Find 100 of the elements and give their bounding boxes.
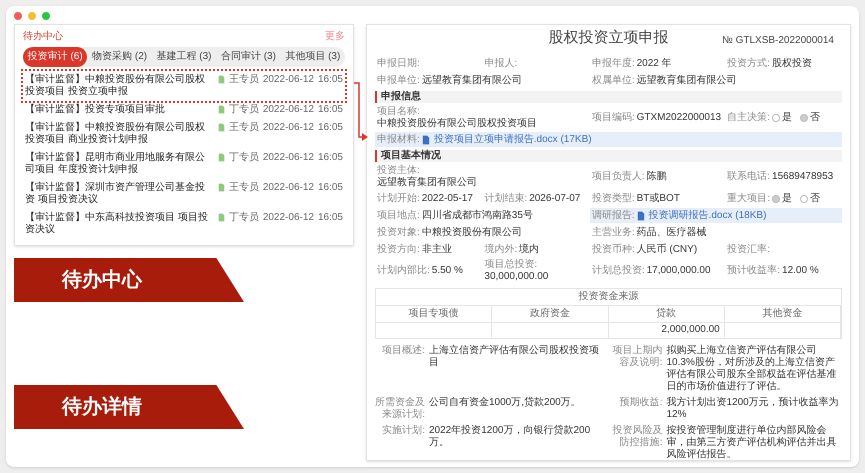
field-value: 公司自有资金1000万,贷款200万。 (429, 397, 582, 410)
field-label: 申报材料: (377, 134, 420, 146)
panel-title: 待办中心 (23, 31, 63, 43)
section-label-banner: 待办详情 (14, 385, 244, 429)
field-value: 2022-05-17 (422, 192, 473, 204)
document-icon (422, 134, 430, 144)
section-header: 申报信息 (375, 91, 842, 103)
field-value: 四川省成都市鸿南路35号 (422, 210, 533, 222)
field-value: 30,000,000.00 (484, 271, 548, 283)
column-header: 项目专项债 (376, 306, 492, 322)
field-label: 投资汇率: (727, 244, 770, 256)
tab[interactable]: 投资审计 (6) (23, 47, 88, 67)
todo-row[interactable]: 【审计监督】投资专项项目审批 丁专员 2022-06-12 16:05 (23, 101, 345, 119)
todo-time: 16:05 (318, 104, 343, 116)
todo-date: 2022-06-12 (262, 182, 314, 194)
todo-date: 2022-06-12 (262, 74, 314, 86)
field-value: BT或BOT (636, 192, 680, 204)
field-label: 投资对象: (377, 226, 420, 238)
todo-row[interactable]: 【审计监督】中东高科技投资项目 项目投资决议 丁专员 2022-06-12 16:05 (23, 209, 345, 239)
field-value: 15689478953 (772, 171, 834, 183)
field-value: 中粮投资股份有限公司 (422, 226, 522, 238)
field-label: 实施计划: (381, 425, 425, 438)
field-label: 自主决策: (727, 112, 770, 124)
field-label: 计划开始: (377, 192, 420, 204)
file-link[interactable]: 投资项目立项申请报告.docx (17KB) (422, 134, 592, 146)
field-value: 2026-07-07 (529, 192, 580, 204)
field-value: 我方计划出资1200万元，预计收益率为12% (666, 397, 840, 421)
document-icon (636, 210, 645, 220)
field-value: 2022年投资1200万，向银行贷款200万。 (429, 425, 592, 450)
todo-person: 王专员 (228, 74, 259, 86)
field-value: GTXM2022000013 (636, 112, 722, 124)
field-label: 所需资金及来源计划: (375, 397, 425, 421)
radio-button[interactable] (772, 114, 780, 122)
todo-time: 16:05 (318, 182, 343, 194)
todo-date: 2022-06-12 (262, 104, 314, 116)
field-label: 申报单位: (377, 74, 420, 86)
field-label: 项目上期内容及说明: (612, 345, 662, 370)
todo-row[interactable]: 【审计监督】中粮投资股份有限公司股权投资项目 商业投资计划申报 王专员 2022-06-12 16:05 (23, 119, 345, 149)
radio-button[interactable] (800, 194, 808, 202)
field-label: 项目负责人: (592, 171, 645, 183)
column-header: 政府资金 (492, 306, 608, 322)
field-label: 投资方向: (377, 244, 420, 256)
table-title: 投资资金来源 (376, 289, 841, 306)
tab[interactable]: 其他项目 (3) (280, 47, 346, 67)
field-label: 重大项目: (727, 192, 770, 204)
field-label: 主营业务: (592, 226, 635, 238)
section-label-banner: 待办中心 (14, 258, 244, 302)
todo-date: 2022-06-12 (262, 122, 314, 134)
field-value: 陈鹏 (646, 171, 667, 183)
column-header: 贷款 (608, 306, 725, 322)
connector-arrow (354, 82, 368, 142)
field-value: 人民币 (CNY) (636, 244, 698, 256)
field-value: 2022 年 (636, 58, 672, 70)
field-value: 按投资管理制度进行单位内部风险会审，由第三方资产评估机构评估并出具风险评估报告。 (666, 425, 838, 461)
document-icon (218, 183, 225, 192)
todo-time: 16:05 (318, 212, 343, 224)
field-label: 投资类型: (592, 192, 635, 204)
form-number: № GTLXSB-2022000014 (722, 35, 834, 47)
field-label: 申报年度: (592, 58, 635, 70)
tab[interactable]: 物资采购 (2) (87, 47, 152, 67)
todo-date: 2022-06-12 (262, 152, 314, 164)
field-label: 项目名称: (377, 106, 420, 118)
field-value: 远望教育集团有限公司 (422, 74, 522, 86)
radio-label: 否 (810, 192, 820, 204)
todo-row[interactable]: 【审计监督】深圳市资产管理公司基金投资 项目投资决议 王专员 2022-06-12 16:05 (23, 179, 345, 209)
field-label: 项目概述: (381, 345, 425, 358)
radio-label: 是 (782, 112, 792, 124)
field-label: 预计收益率: (727, 265, 780, 277)
tab[interactable]: 基建工程 (3) (152, 47, 216, 67)
field-label: 计划内部比: (377, 265, 430, 277)
field-label: 申报人: (484, 58, 518, 70)
column-header: 其他资金 (724, 306, 841, 322)
radio-button[interactable] (772, 194, 780, 202)
file-link[interactable]: 投资调研报告.docx (18KB) (636, 210, 766, 222)
radio-button[interactable] (800, 114, 808, 122)
field-value: 上海立信资产评估有限公司股权投资项目 (429, 345, 600, 370)
field-value: 中粮投资股份有限公司股权投资项目 (377, 118, 537, 130)
todo-row[interactable]: 【审计监督】昆明市商业用地服务有限公司项目 年度投资计划申报 丁专员 2022-06-12 16:05 (23, 149, 345, 179)
tab[interactable]: 合同审计 (3) (216, 47, 281, 67)
todo-row[interactable]: 【审计监督】中粮投资股份有限公司股权投资项目 投资立项申报 王专员 2022-06-12 16:05 (23, 71, 345, 101)
todo-person: 丁专员 (228, 212, 259, 224)
field-label: 境内外: (484, 244, 518, 256)
field-label: 联系电话: (727, 171, 770, 183)
todo-person: 丁专员 (228, 152, 259, 164)
document-icon (218, 153, 225, 162)
todo-person: 丁专员 (228, 104, 259, 116)
todo-person: 王专员 (228, 122, 259, 134)
field-value: 5.50 % (432, 265, 463, 277)
field-value: 远望教育集团有限公司 (636, 74, 737, 86)
radio-label: 否 (810, 112, 820, 124)
field-label: 计划总投资: (592, 265, 645, 277)
field-label: 投资风险及防控措施: (612, 425, 662, 450)
field-label: 申报日期: (377, 58, 420, 70)
field-label: 投资方式: (727, 58, 770, 70)
field-value: 非主业 (422, 244, 452, 256)
field-value: 拟购买上海立信资产评估有限公司10.3%股份，对所涉及的上海立信资产评估有限公司股东全部权益在评估基准日的市场价值进行了评估。 (666, 345, 838, 393)
field-label: 投资币种: (592, 244, 635, 256)
todo-title: 【审计监督】中粮投资股份有限公司股权投资项目 投资立项申报 (25, 74, 206, 98)
field-label: 项目地点: (377, 210, 420, 222)
todo-time: 16:05 (318, 152, 343, 164)
